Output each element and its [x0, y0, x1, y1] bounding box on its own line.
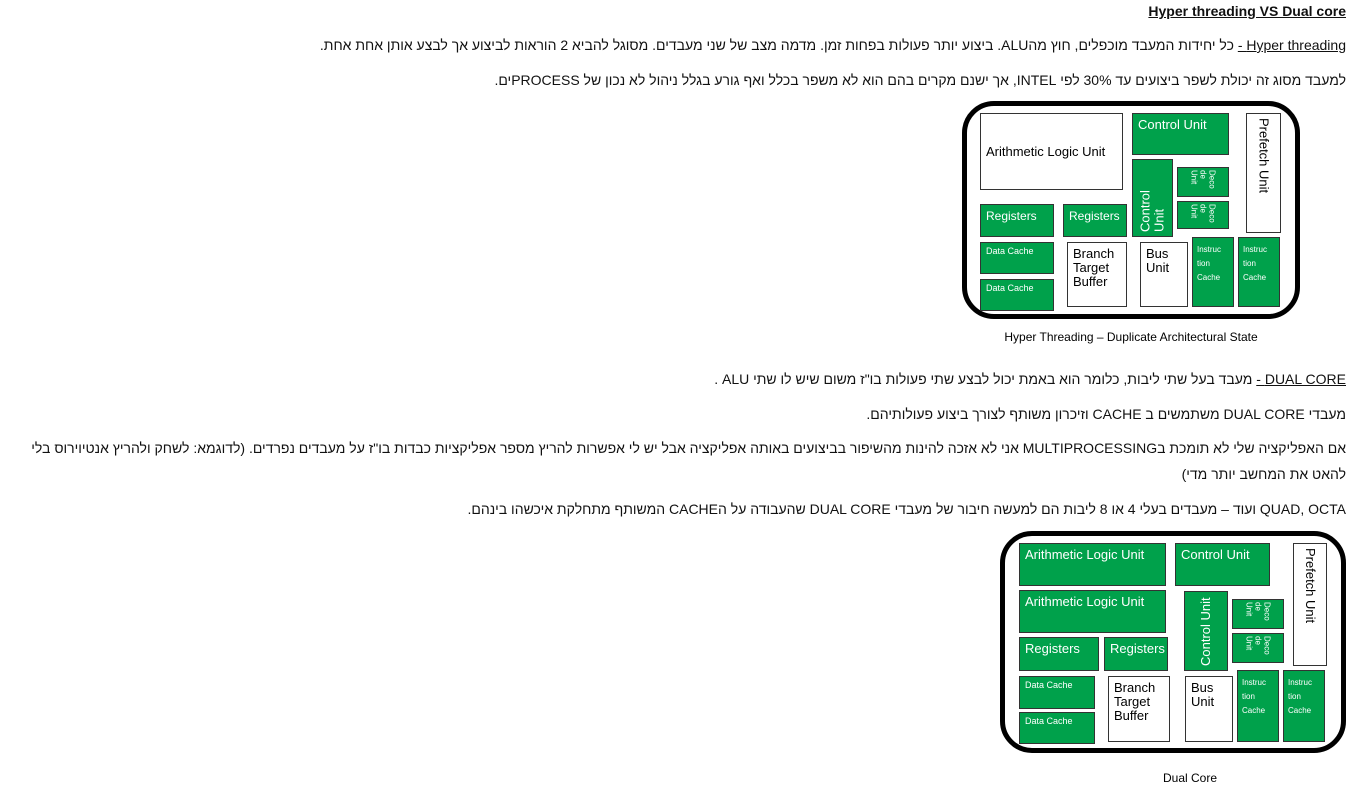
branch-target-buffer-block: Branch Target Buffer — [1108, 676, 1170, 742]
dual-core-caption: Dual Core — [1162, 771, 1218, 785]
control-unit-block: Control Unit — [1132, 113, 1229, 155]
registers-block-1: Registers — [980, 204, 1054, 237]
hyper-paragraph-1: Hyper threading - כל יחידות המעבד מוכפלי… — [320, 36, 1346, 54]
prefetch-unit-block: Prefetch Unit — [1293, 543, 1327, 666]
dual-paragraph-1: DUAL CORE - מעבד בעל שתי ליבות, כלומר הו… — [714, 370, 1346, 388]
alu-block-1: Arithmetic Logic Unit — [1019, 543, 1166, 586]
data-cache-block-2: Data Cache — [980, 279, 1054, 311]
alu-block: Arithmetic Logic Unit — [980, 113, 1123, 190]
dual-core-diagram: Arithmetic Logic Unit Control Unit Prefe… — [1000, 531, 1346, 753]
hyper-paragraph-2: למעבד מסוג זה יכולת לשפר ביצועים עד 30% … — [494, 72, 1346, 88]
registers-block-2: Registers — [1063, 204, 1127, 237]
branch-target-buffer-block: Branch Target Buffer — [1067, 242, 1127, 307]
decode-unit-block-2: Deco de Unit — [1232, 633, 1284, 663]
data-cache-block-1: Data Cache — [1019, 676, 1095, 709]
bus-unit-block: Bus Unit — [1185, 676, 1233, 742]
instruction-cache-block-2: Instruc tion Cache — [1238, 237, 1280, 307]
bus-unit-block: Bus Unit — [1140, 242, 1188, 307]
dual-line1-text: מעבד בעל שתי ליבות, כלומר הוא באמת יכול … — [714, 371, 1257, 387]
instruction-cache-block-1: Instruc tion Cache — [1237, 670, 1279, 742]
registers-block-2: Registers — [1104, 637, 1168, 671]
hyper-threading-diagram: Arithmetic Logic Unit Control Unit Prefe… — [962, 101, 1300, 319]
dual-paragraph-3: אם האפליקציה שלי לא תומכת בMULTIPROCESSI… — [31, 440, 1346, 482]
instruction-cache-block-2: Instruc tion Cache — [1283, 670, 1325, 742]
data-cache-block-2: Data Cache — [1019, 712, 1095, 744]
instruction-cache-block-1: Instruc tion Cache — [1192, 237, 1234, 307]
dual-term: DUAL CORE - — [1256, 371, 1346, 387]
decode-unit-block-1: Deco de Unit — [1177, 167, 1229, 197]
alu-block-2: Arithmetic Logic Unit — [1019, 590, 1166, 633]
dual-paragraph-2: מעבדי DUAL CORE משתמשים ב CACHE וזיכרון … — [866, 406, 1346, 422]
prefetch-unit-block: Prefetch Unit — [1246, 113, 1281, 233]
registers-block-1: Registers — [1019, 637, 1099, 671]
control-unit-vertical-block: Control Unit — [1132, 159, 1173, 237]
hyper-line1-text: כל יחידות המעבד מוכפלים, חוץ מהALU. ביצו… — [319, 37, 1238, 53]
hyper-threading-caption: Hyper Threading – Duplicate Architectura… — [1004, 330, 1258, 344]
hyper-term: Hyper threading - — [1237, 37, 1346, 53]
page-title: Hyper threading VS Dual core — [1148, 3, 1346, 19]
decode-unit-block-1: Deco de Unit — [1232, 599, 1284, 629]
data-cache-block-1: Data Cache — [980, 242, 1054, 274]
decode-unit-block-2: Deco de Unit — [1177, 201, 1229, 229]
dual-paragraph-4: QUAD, OCTA ועוד – מעבדים בעלי 4 או 8 ליב… — [467, 501, 1346, 517]
control-unit-block: Control Unit — [1175, 543, 1270, 586]
control-unit-vertical-block: Control Unit — [1184, 591, 1228, 671]
